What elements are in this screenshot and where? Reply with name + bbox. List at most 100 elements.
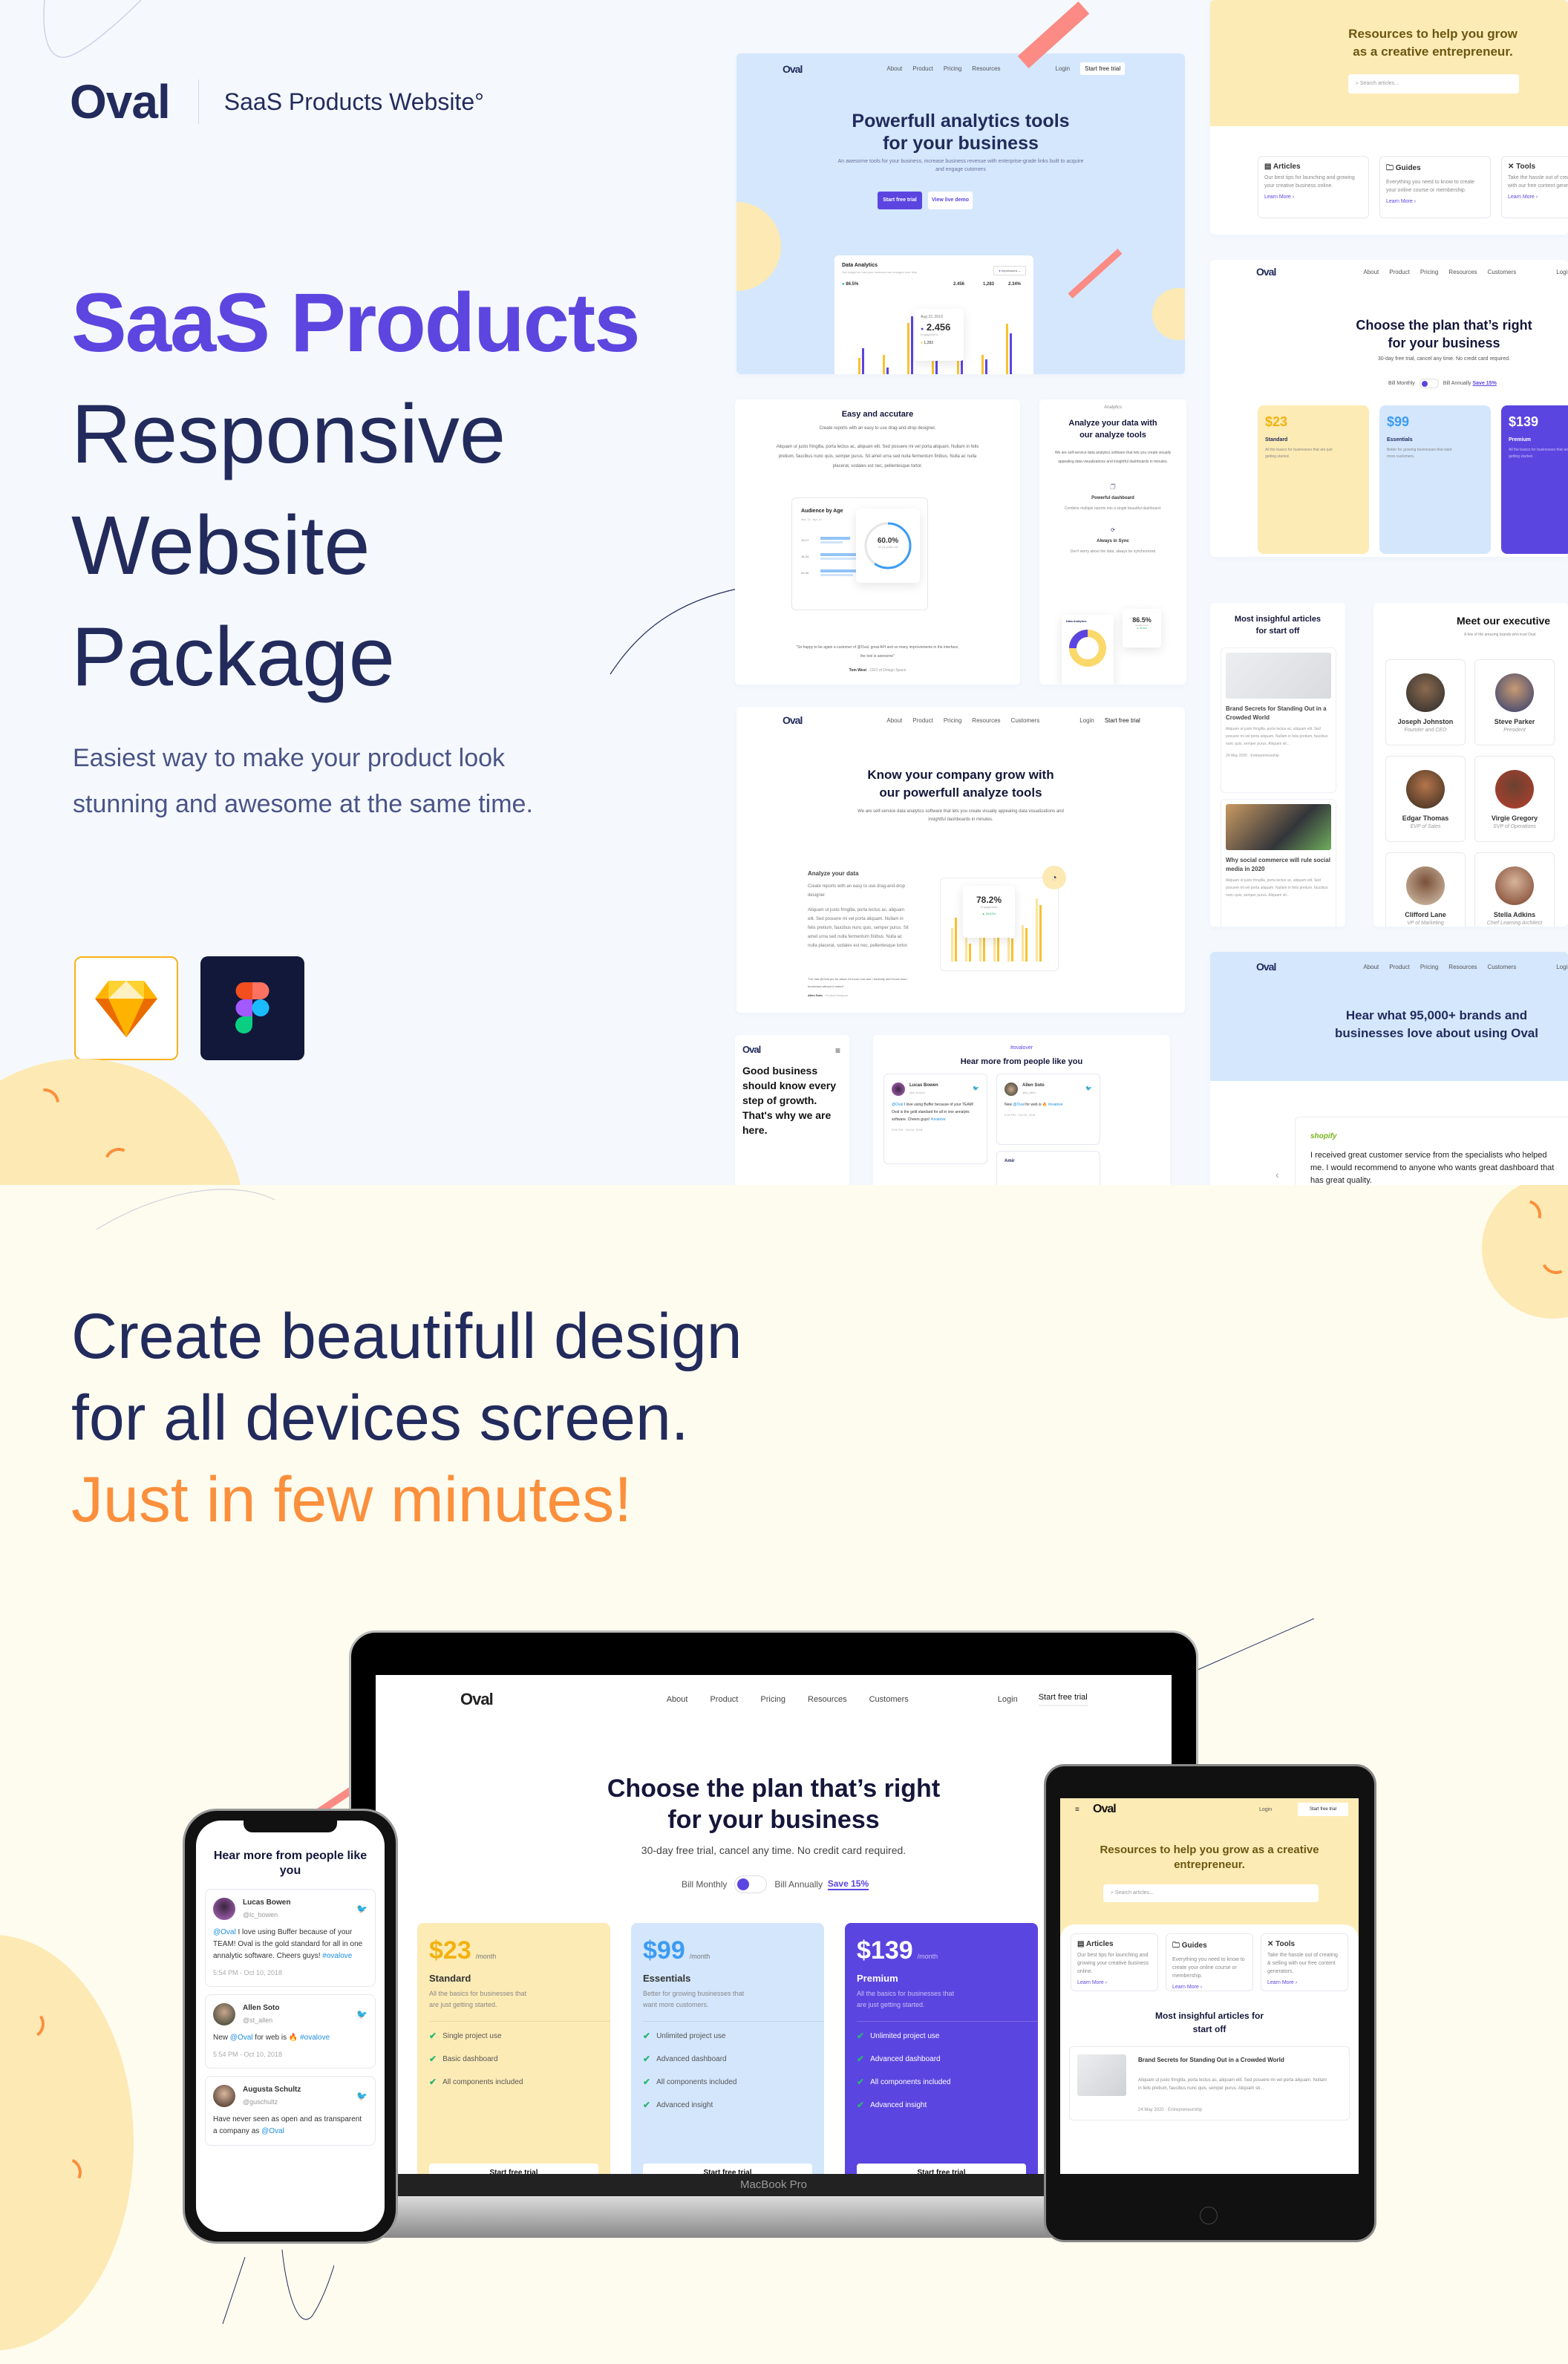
billing-toggle[interactable]: Bill Monthly Bill Annually Save 15% bbox=[1388, 379, 1497, 388]
resource-card[interactable]: ✕ ToolsTake the hassle out of creating &… bbox=[1501, 156, 1568, 218]
menu-icon[interactable]: ≡ bbox=[835, 1045, 840, 1056]
bar bbox=[955, 917, 957, 961]
nav-item[interactable]: Pricing bbox=[944, 717, 961, 724]
menu-icon[interactable]: ≡ bbox=[1075, 1806, 1079, 1814]
nav-logo[interactable]: Oval bbox=[1256, 961, 1276, 973]
nav-logo[interactable]: Oval bbox=[460, 1690, 494, 1709]
nav-item[interactable]: Customers bbox=[1011, 717, 1040, 724]
hero-title-line: Package bbox=[71, 610, 395, 703]
toggle-switch[interactable] bbox=[734, 1875, 768, 1893]
hero-subtitle-line: Easiest way to make your product look bbox=[73, 744, 506, 772]
article-card[interactable]: Brand Secrets for Standing Out in a Crow… bbox=[1069, 2046, 1350, 2120]
billing-toggle[interactable]: Bill Monthly Bill Annually Save 15% bbox=[682, 1875, 869, 1893]
resource-card[interactable]: 🗀 Guides Everything you need to know to c… bbox=[1166, 1933, 1253, 1991]
executive-card[interactable]: Steve Parker President bbox=[1474, 659, 1555, 745]
nav-logo[interactable]: Oval bbox=[783, 63, 803, 75]
home-button[interactable] bbox=[1200, 2207, 1218, 2224]
executive-card[interactable]: Clifford Lane VP of Marketing bbox=[1385, 852, 1466, 927]
nav-item[interactable]: Customers bbox=[869, 1695, 909, 1704]
tweet-card[interactable]: Allen Soto @st_allen 🐦 New @Oval for web i… bbox=[205, 1994, 376, 2068]
nav-item[interactable]: Resources bbox=[972, 717, 1000, 724]
nav-item[interactable]: About bbox=[667, 1695, 688, 1704]
resource-card[interactable]: ▤ Articles Our best tips for launching an… bbox=[1071, 1933, 1158, 1991]
start-trial-button[interactable]: Start free trial bbox=[857, 2164, 1026, 2174]
preview-pricing: Oval About Product Pricing Resources Cus… bbox=[1210, 260, 1568, 557]
nav-item[interactable]: Resources bbox=[808, 1695, 847, 1704]
tweet-card[interactable]: Amir bbox=[996, 1151, 1100, 1185]
nav-login[interactable]: Login bbox=[1556, 269, 1568, 275]
nav-logo[interactable]: Oval bbox=[1256, 266, 1276, 278]
nav-item[interactable]: Resources bbox=[972, 65, 1000, 72]
article-card[interactable]: Why social commerce will rule social med… bbox=[1221, 799, 1336, 927]
article-card[interactable]: Brand Secrets for Standing Out in a Crow… bbox=[1221, 647, 1336, 793]
hashtag[interactable]: #ovalover bbox=[873, 1045, 1170, 1051]
resource-card[interactable]: 🗀 Guides Everything you need to know to c… bbox=[1379, 156, 1491, 218]
tablet-logo[interactable]: Oval bbox=[1093, 1803, 1117, 1816]
nav-item[interactable]: Resources bbox=[1448, 964, 1477, 970]
nav-item[interactable]: Product bbox=[912, 65, 933, 72]
quote-author: Allen Soto - Product Designer bbox=[808, 993, 849, 997]
donut-card: Data Analytics bbox=[1062, 615, 1114, 685]
tweet-card[interactable]: Augusta Schultz @guschultz 🐦 Have never se… bbox=[205, 2076, 376, 2146]
nav-cta-button[interactable]: Start free trial bbox=[1038, 1693, 1088, 1706]
nav-item[interactable]: Pricing bbox=[1420, 269, 1438, 275]
nav-item[interactable]: Product bbox=[1389, 269, 1410, 275]
testimonials-title: Hear more from people like you bbox=[960, 1057, 1083, 1066]
search-articles-input[interactable]: ⌕ Search articles... bbox=[1348, 74, 1519, 94]
executive-card[interactable]: Stella Adkins Chief Learning Architect bbox=[1474, 852, 1555, 927]
twitter-icon[interactable]: 🐦 bbox=[356, 2008, 368, 2020]
resource-card[interactable]: ▤ Articles Our best tips for launching an… bbox=[1258, 156, 1369, 218]
article-image bbox=[1077, 2054, 1126, 2096]
sync-icon: ⟳ bbox=[1111, 528, 1115, 533]
nav-item[interactable]: About bbox=[1363, 269, 1379, 275]
bar-yellow bbox=[907, 322, 910, 374]
plan-card: $139 Premium All the basics for businesses… bbox=[1501, 405, 1568, 554]
nav-item[interactable]: Product bbox=[710, 1695, 738, 1704]
nav-logo[interactable]: Oval bbox=[783, 714, 803, 726]
nav-item[interactable]: Resources bbox=[1448, 269, 1477, 275]
start-trial-button[interactable]: Start free trial bbox=[643, 2164, 812, 2174]
resources-title: Resources to help you grow as a creative … bbox=[1348, 27, 1518, 59]
nav-login[interactable]: Login bbox=[1079, 717, 1094, 724]
start-trial-button[interactable]: Start free trial bbox=[878, 192, 922, 209]
nav-login[interactable]: Login bbox=[1556, 964, 1568, 970]
decorative-line bbox=[610, 587, 742, 675]
live-demo-button[interactable]: View live demo bbox=[928, 192, 973, 209]
prev-arrow[interactable]: ‹ bbox=[1275, 1169, 1279, 1181]
executive-card[interactable]: Joseph Johnston Founder and CEO bbox=[1385, 659, 1466, 745]
save-badge[interactable]: Save 15% bbox=[827, 1878, 869, 1890]
start-trial-button[interactable]: Start free trial bbox=[429, 2164, 598, 2174]
tweet-card[interactable]: Allen Soto @st_allen 🐦 New @Oval for web i… bbox=[996, 1074, 1100, 1145]
nav-cta-button[interactable]: Start free trial bbox=[1298, 1803, 1348, 1816]
nav-item[interactable]: Customers bbox=[1488, 964, 1517, 970]
nav-item[interactable]: Customers bbox=[1488, 269, 1517, 275]
mobile-logo[interactable]: Oval bbox=[742, 1044, 761, 1055]
nav-item[interactable]: About bbox=[1363, 964, 1379, 970]
nav-login[interactable]: Login bbox=[1259, 1807, 1272, 1812]
metric-dropdown[interactable]: ● Impressions ⌄ bbox=[993, 266, 1026, 275]
twitter-icon[interactable]: 🐦 bbox=[356, 2090, 368, 2102]
bar bbox=[1025, 928, 1028, 961]
nav-item[interactable]: About bbox=[886, 65, 902, 72]
sketch-badge[interactable] bbox=[74, 956, 178, 1060]
executive-card[interactable]: Edgar Thomas EVP of Sales bbox=[1385, 756, 1466, 842]
nav-login[interactable]: Login bbox=[1056, 65, 1071, 72]
nav-item[interactable]: Product bbox=[1389, 964, 1410, 970]
nav-item[interactable]: Pricing bbox=[1420, 964, 1438, 970]
nav-item[interactable]: Pricing bbox=[944, 65, 961, 72]
decorative-curve bbox=[43, 0, 142, 58]
hero-title-line: Responsive bbox=[71, 388, 506, 480]
executive-card[interactable]: Virgie Gregory SVP of Operations bbox=[1474, 756, 1555, 842]
nav-item[interactable]: Product bbox=[912, 717, 933, 724]
resource-card[interactable]: ✕ ToolsTake the hassle out of creating &… bbox=[1261, 1933, 1348, 1991]
tweet-card[interactable]: Lucas Bowen @lc_bowen 🐦 @Oval I love using… bbox=[205, 1889, 376, 1987]
figma-badge[interactable] bbox=[200, 956, 304, 1060]
nav-cta-button[interactable]: Start free trial bbox=[1080, 62, 1126, 75]
tweet-card[interactable]: Lucas Bowen @lc_bowen 🐦 @Oval I love using… bbox=[883, 1074, 987, 1164]
twitter-icon[interactable]: 🐦 bbox=[356, 1903, 368, 1915]
nav-item[interactable]: About bbox=[886, 717, 902, 724]
nav-login[interactable]: Login bbox=[998, 1695, 1018, 1704]
nav-cta-button[interactable]: Start free trial bbox=[1105, 717, 1140, 724]
nav-item[interactable]: Pricing bbox=[760, 1695, 785, 1704]
search-articles-input[interactable]: ⌕ Search articles... bbox=[1103, 1884, 1319, 1902]
